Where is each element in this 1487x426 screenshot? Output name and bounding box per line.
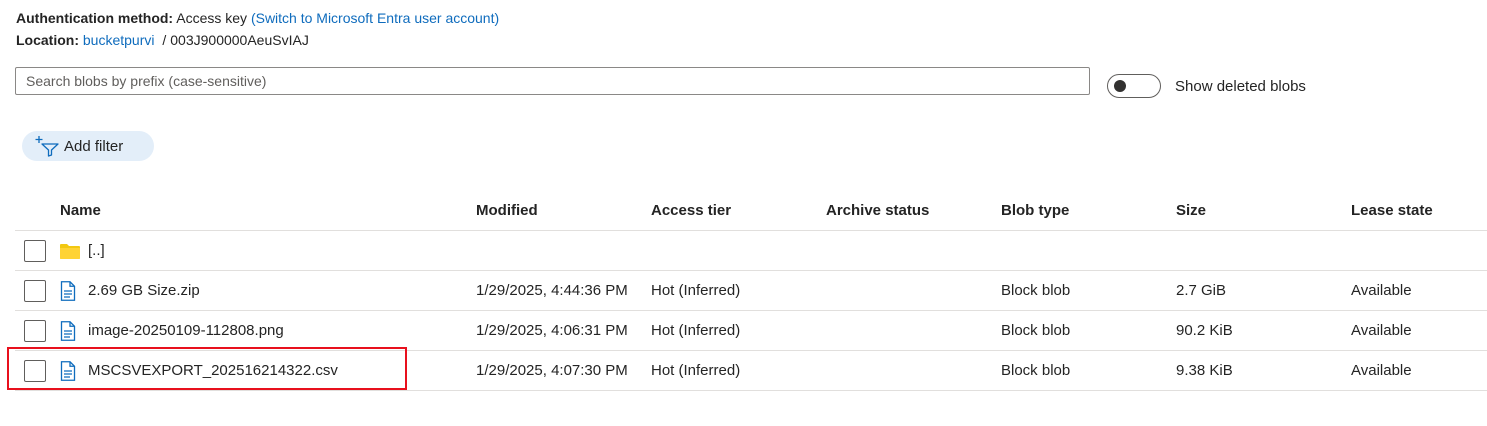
container-link[interactable]: bucketpurvi xyxy=(83,32,155,48)
row-modified: 1/29/2025, 4:44:36 PM xyxy=(476,282,628,299)
location-path: 003J900000AeuSvIAJ xyxy=(170,32,309,48)
add-filter-icon xyxy=(35,136,59,157)
row-lease-state: Available xyxy=(1351,322,1412,339)
row-name[interactable]: [..] xyxy=(88,231,105,270)
row-checkbox[interactable] xyxy=(24,360,46,382)
table-row[interactable]: [..] xyxy=(15,231,1487,271)
column-header-lease-state[interactable]: Lease state xyxy=(1351,190,1433,230)
row-name[interactable]: MSCSVEXPORT_202516214322.csv xyxy=(88,351,338,390)
row-checkbox[interactable] xyxy=(24,280,46,302)
row-modified: 1/29/2025, 4:07:30 PM xyxy=(476,362,628,379)
row-name[interactable]: image-20250109-112808.png xyxy=(88,311,284,350)
table-row[interactable]: MSCSVEXPORT_202516214322.csv 1/29/2025, … xyxy=(15,351,1487,391)
row-access-tier: Hot (Inferred) xyxy=(651,362,741,379)
blob-table: Name Modified Access tier Archive status… xyxy=(15,190,1487,391)
column-header-access-tier[interactable]: Access tier xyxy=(651,190,731,230)
show-deleted-label: Show deleted blobs xyxy=(1175,78,1306,95)
search-input[interactable] xyxy=(15,67,1090,95)
show-deleted-toggle[interactable] xyxy=(1107,74,1161,98)
column-header-size[interactable]: Size xyxy=(1176,190,1206,230)
column-header-name[interactable]: Name xyxy=(60,190,101,230)
row-size: 90.2 KiB xyxy=(1176,322,1233,339)
row-lease-state: Available xyxy=(1351,282,1412,299)
row-access-tier: Hot (Inferred) xyxy=(651,322,741,339)
row-access-tier: Hot (Inferred) xyxy=(651,282,741,299)
auth-method-line: Authentication method: Access key (Switc… xyxy=(16,9,499,27)
location-label: Location: xyxy=(16,32,79,48)
row-name[interactable]: 2.69 GB Size.zip xyxy=(88,271,200,310)
file-icon xyxy=(60,311,76,350)
row-checkbox[interactable] xyxy=(24,240,46,262)
table-row[interactable]: image-20250109-112808.png 1/29/2025, 4:0… xyxy=(15,311,1487,351)
auth-method-value: Access key xyxy=(176,10,248,26)
path-separator: / xyxy=(162,32,167,48)
row-checkbox[interactable] xyxy=(24,320,46,342)
column-header-blob-type[interactable]: Blob type xyxy=(1001,190,1069,230)
table-header-row: Name Modified Access tier Archive status… xyxy=(15,190,1487,231)
folder-icon xyxy=(60,231,80,270)
location-line: Location: bucketpurvi /003J900000AeuSvIA… xyxy=(16,31,309,49)
file-icon xyxy=(60,351,76,390)
switch-auth-link[interactable]: (Switch to Microsoft Entra user account) xyxy=(251,10,499,26)
add-filter-button[interactable]: Add filter xyxy=(22,131,154,161)
table-row[interactable]: 2.69 GB Size.zip 1/29/2025, 4:44:36 PM H… xyxy=(15,271,1487,311)
row-blob-type: Block blob xyxy=(1001,362,1071,379)
row-blob-type: Block blob xyxy=(1001,322,1071,339)
toggle-knob xyxy=(1114,80,1126,92)
column-header-modified[interactable]: Modified xyxy=(476,190,538,230)
row-blob-type: Block blob xyxy=(1001,282,1071,299)
row-size: 2.7 GiB xyxy=(1176,282,1227,299)
file-icon xyxy=(60,271,76,310)
auth-method-label: Authentication method: xyxy=(16,10,174,26)
row-size: 9.38 KiB xyxy=(1176,362,1233,379)
column-header-archive-status[interactable]: Archive status xyxy=(826,190,929,230)
row-lease-state: Available xyxy=(1351,362,1412,379)
row-modified: 1/29/2025, 4:06:31 PM xyxy=(476,322,628,339)
add-filter-label: Add filter xyxy=(64,137,124,155)
